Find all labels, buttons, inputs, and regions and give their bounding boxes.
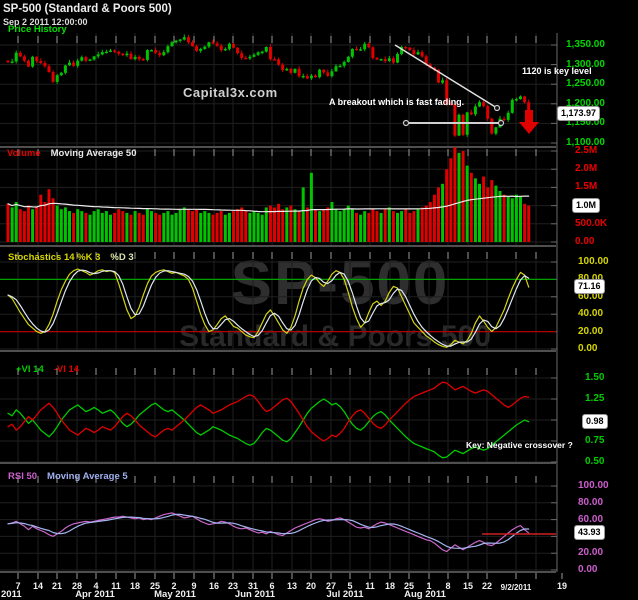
current-stochastics-box: 71.16 bbox=[574, 279, 605, 294]
chart-canvas[interactable] bbox=[0, 0, 638, 600]
y-axis-label: 60.00 bbox=[578, 514, 603, 525]
volume-label: Volume bbox=[7, 148, 41, 159]
crossover-annotation: Key: Negative crossover ? bbox=[466, 440, 573, 450]
y-axis-label: 0.00 bbox=[578, 343, 597, 354]
y-axis-label: 1.50 bbox=[585, 372, 604, 383]
key-level-annotation: 1120 is key level bbox=[522, 66, 592, 76]
rsi-panel-header[interactable]: RSI 50 Moving Average 5 bbox=[8, 471, 128, 482]
volume-ma-label: Moving Average 50 bbox=[51, 148, 137, 159]
y-axis-label: 1.25 bbox=[585, 393, 604, 404]
current-vortex-box: 0.98 bbox=[582, 414, 608, 429]
y-axis-label: 20.00 bbox=[578, 547, 603, 558]
stochastics-panel-header[interactable]: Stochastics 14 %K 3 %D 3 bbox=[8, 252, 134, 263]
x-axis-month-label: Apr 2011 bbox=[63, 590, 127, 600]
x-axis-label: 19 bbox=[552, 581, 572, 591]
rsi-ma-label: Moving Average 5 bbox=[47, 471, 128, 482]
current-rsi-box: 43.93 bbox=[574, 525, 605, 540]
y-axis-label: 100.00 bbox=[578, 480, 609, 491]
x-axis-current-date-label: 9/2/2011 bbox=[496, 583, 536, 593]
y-axis-label: 0.75 bbox=[585, 435, 604, 446]
y-axis-label: 1.5M bbox=[575, 181, 597, 192]
x-axis-label: 16 bbox=[204, 581, 224, 591]
x-axis-label: 15 bbox=[458, 581, 478, 591]
vi-minus-label: -VI 14 bbox=[54, 364, 79, 375]
y-axis-label: 100.00 bbox=[578, 256, 609, 267]
page-title: SP-500 (Standard & Poors 500) bbox=[3, 3, 172, 15]
y-axis-label: 80.00 bbox=[578, 497, 603, 508]
stochastics-k-label: Stochastics 14 %K 3 bbox=[8, 252, 100, 263]
y-axis-label: 0.00 bbox=[575, 236, 594, 247]
y-axis-label: 500.0K bbox=[575, 218, 607, 229]
y-axis-label: 2.0M bbox=[575, 163, 597, 174]
stochastics-d-label: %D 3 bbox=[110, 252, 133, 263]
chart-application-window: SP-500 Standard & Poors 500 SP-500 (Stan… bbox=[0, 0, 638, 600]
breakout-annotation: A breakout which is fast fading. bbox=[329, 97, 464, 107]
x-axis-month-label: Jun 2011 bbox=[223, 590, 287, 600]
y-axis-label: 1,350.00 bbox=[566, 39, 605, 50]
vortex-panel-header[interactable]: +VI 14 -VI 14 bbox=[16, 364, 79, 375]
y-axis-label: 20.00 bbox=[578, 326, 603, 337]
x-axis-month-label: 2011 bbox=[1, 590, 41, 600]
current-volume-box: 1.0M bbox=[572, 198, 600, 213]
volume-panel-header[interactable]: Volume Moving Average 50 bbox=[7, 148, 137, 159]
y-axis-label: 1,250.00 bbox=[566, 78, 605, 89]
x-axis-month-label: May 2011 bbox=[143, 590, 207, 600]
y-axis-label: 40.00 bbox=[578, 308, 603, 319]
current-price-box: 1,173.97 bbox=[557, 106, 600, 121]
x-axis-month-label: Jul 2011 bbox=[313, 590, 377, 600]
x-axis-month-label: Aug 2011 bbox=[393, 590, 457, 600]
x-axis-label: 22 bbox=[477, 581, 497, 591]
y-axis-label: 2.5M bbox=[575, 145, 597, 156]
site-watermark: Capital3x.com bbox=[183, 85, 278, 100]
price-history-label: Price History bbox=[8, 24, 67, 35]
price-panel-header[interactable]: Price History bbox=[8, 24, 67, 35]
y-axis-label: 0.00 bbox=[578, 564, 597, 575]
y-axis-label: 0.50 bbox=[585, 456, 604, 467]
x-axis-label: 18 bbox=[125, 581, 145, 591]
rsi-label: RSI 50 bbox=[8, 471, 37, 482]
vi-plus-label: +VI 14 bbox=[16, 364, 44, 375]
